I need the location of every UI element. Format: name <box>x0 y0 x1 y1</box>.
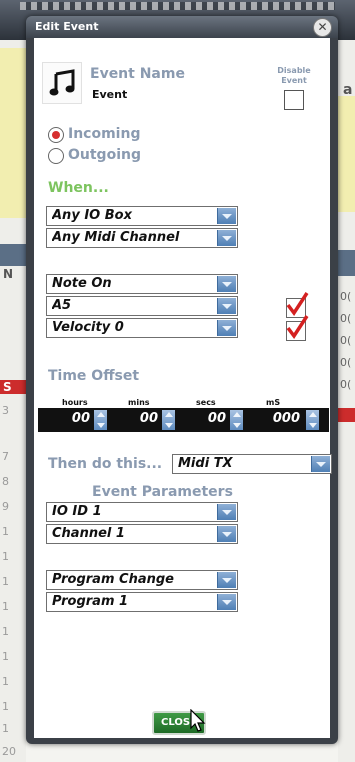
dialog-title-bar[interactable]: Edit Event ✕ <box>26 16 338 38</box>
when-heading: When... <box>48 180 109 196</box>
time-offset-bar: 00 00 00 000 <box>38 408 329 432</box>
action-value: Midi TX <box>178 456 233 471</box>
chevron-down-icon[interactable] <box>217 526 236 542</box>
close-icon[interactable]: ✕ <box>313 18 332 37</box>
dialog-body: Event Name Event Disable Event Incoming … <box>34 38 330 738</box>
background-right-grey-band <box>338 250 355 276</box>
background-row-number: 20 <box>2 745 16 758</box>
program-value: Program 1 <box>52 594 129 609</box>
background-row-number: 3 <box>2 404 9 417</box>
chevron-down-icon[interactable] <box>217 208 236 224</box>
note-value: A5 <box>52 298 72 313</box>
event-name-field[interactable]: Event <box>92 88 127 101</box>
io-id-value: IO ID 1 <box>52 504 102 519</box>
chevron-down-icon[interactable] <box>217 504 236 520</box>
checkmark-icon <box>286 315 309 340</box>
background-value: 0( <box>340 312 352 325</box>
background-right-red-band <box>338 408 355 422</box>
milliseconds-spinner[interactable] <box>306 410 319 430</box>
background-value: 0( <box>340 334 352 347</box>
chevron-down-icon[interactable] <box>217 594 236 610</box>
event-icon-box <box>42 62 82 104</box>
event-parameters-heading: Event Parameters <box>92 484 233 500</box>
disable-event-label: Disable Event <box>274 66 314 86</box>
io-box-value: Any IO Box <box>52 208 132 223</box>
outgoing-label: Outgoing <box>68 147 141 163</box>
channel-value: Channel 1 <box>52 526 125 541</box>
midi-message-select[interactable]: Program Change <box>46 570 238 590</box>
background-row-number: 8 <box>2 475 9 488</box>
background-right-yellow-band <box>338 96 355 212</box>
background-row-number: 1 <box>2 722 9 735</box>
midi-channel-value: Any Midi Channel <box>52 230 180 245</box>
minutes-field[interactable]: 00 <box>116 411 158 429</box>
ms-label: mS <box>266 398 281 407</box>
message-type-value: Note On <box>52 276 112 291</box>
then-do-this-label: Then do this... <box>48 456 163 472</box>
background-row-number: 1 <box>2 550 9 563</box>
channel-select[interactable]: Channel 1 <box>46 524 238 544</box>
incoming-radio[interactable] <box>48 127 64 143</box>
dialog-title: Edit Event <box>35 20 99 33</box>
minutes-spinner[interactable] <box>162 410 175 430</box>
mouse-pointer-icon <box>190 709 206 732</box>
background-letter-n: N <box>3 267 14 281</box>
incoming-label: Incoming <box>68 126 141 142</box>
disable-event-checkbox[interactable] <box>284 90 304 110</box>
time-offset-heading: Time Offset <box>48 368 140 384</box>
message-type-select[interactable]: Note On <box>46 274 238 294</box>
background-value: 0( <box>340 356 352 369</box>
mins-label: mins <box>128 398 150 407</box>
background-letter-s: S <box>3 380 12 394</box>
program-select[interactable]: Program 1 <box>46 592 238 612</box>
seconds-field[interactable]: 00 <box>184 411 226 429</box>
hours-field[interactable]: 00 <box>48 411 90 429</box>
music-note-icon <box>49 69 75 96</box>
background-value: 0( <box>340 378 352 391</box>
background-row-number: 1 <box>2 625 9 638</box>
velocity-select[interactable]: Velocity 0 <box>46 318 238 338</box>
outgoing-radio[interactable] <box>48 148 64 164</box>
chevron-down-icon[interactable] <box>217 572 236 588</box>
background-row-number: 1 <box>2 650 9 663</box>
background-row-number: 1 <box>2 600 9 613</box>
background-value: 0( <box>340 290 352 303</box>
velocity-value: Velocity 0 <box>52 320 124 335</box>
disable-event-label-line1: Disable <box>277 66 311 75</box>
event-name-label: Event Name <box>90 66 185 82</box>
edit-event-dialog: Edit Event ✕ Event Name Event Disable Ev… <box>26 16 338 744</box>
action-select[interactable]: Midi TX <box>172 454 332 474</box>
note-select[interactable]: A5 <box>46 296 238 316</box>
background-row-number: 1 <box>2 700 9 713</box>
hours-spinner[interactable] <box>94 410 107 430</box>
io-id-select[interactable]: IO ID 1 <box>46 502 238 522</box>
chevron-down-icon[interactable] <box>217 298 236 314</box>
seconds-spinner[interactable] <box>230 410 243 430</box>
background-row-number: 1 <box>2 525 9 538</box>
disable-event-label-line2: Event <box>281 76 307 85</box>
background-left-grey-band <box>0 244 26 266</box>
hours-label: hours <box>62 398 88 407</box>
milliseconds-field[interactable]: 000 <box>252 411 300 429</box>
background-row-number: 1 <box>2 675 9 688</box>
chevron-down-icon[interactable] <box>311 456 330 472</box>
velocity-filter-checkbox[interactable] <box>286 315 309 341</box>
background-row-number: 1 <box>2 575 9 588</box>
chevron-down-icon[interactable] <box>217 320 236 336</box>
chevron-down-icon[interactable] <box>217 276 236 292</box>
background-letter-a: a <box>343 82 353 98</box>
midi-message-value: Program Change <box>52 572 174 587</box>
io-box-select[interactable]: Any IO Box <box>46 206 238 226</box>
secs-label: secs <box>196 398 216 407</box>
background-row-number: 7 <box>2 450 9 463</box>
background-left-yellow-band <box>0 48 26 218</box>
midi-channel-select[interactable]: Any Midi Channel <box>46 228 238 248</box>
background-row-number: 9 <box>2 500 9 513</box>
chevron-down-icon[interactable] <box>217 230 236 246</box>
